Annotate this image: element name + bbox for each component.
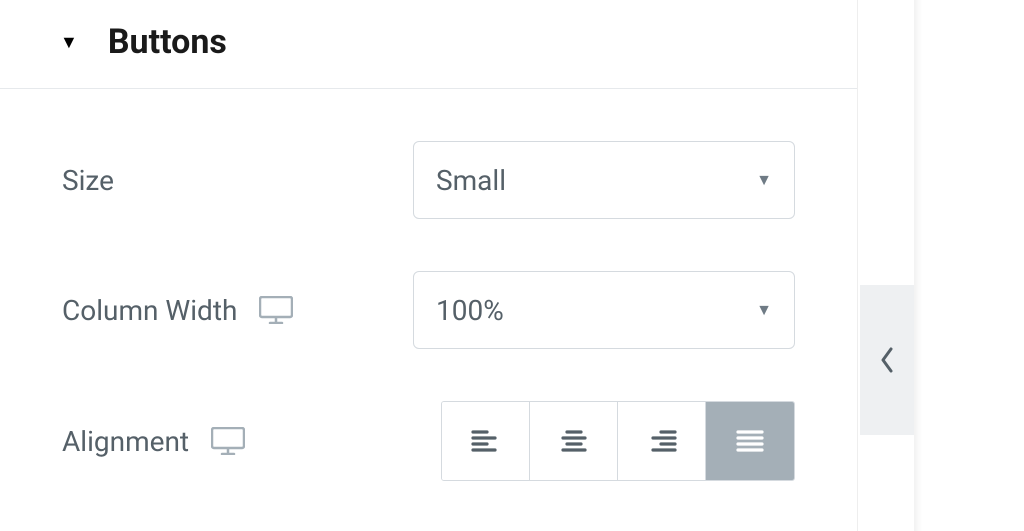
select-size-value: Small (436, 164, 506, 197)
align-right-button[interactable] (618, 402, 706, 480)
desktop-icon[interactable] (259, 296, 293, 324)
select-column-width[interactable]: 100% ▼ (413, 271, 795, 349)
row-alignment: Alignment (0, 401, 857, 481)
align-justify-button[interactable] (706, 402, 794, 480)
desktop-icon[interactable] (211, 427, 245, 455)
chevron-left-icon (878, 345, 896, 375)
select-size[interactable]: Small ▼ (413, 141, 795, 219)
section-title: Buttons (108, 22, 227, 62)
label-size: Size (62, 164, 402, 197)
align-center-button[interactable] (530, 402, 618, 480)
row-size: Size Small ▼ (0, 141, 857, 219)
chevron-down-icon: ▼ (756, 170, 772, 190)
select-column-width-value: 100% (436, 294, 504, 327)
chevron-down-icon: ▼ (756, 300, 772, 320)
alignment-group (441, 401, 795, 481)
row-column-width: Column Width 100% ▼ (0, 271, 857, 349)
label-column-width: Column Width (62, 294, 237, 327)
label-alignment: Alignment (62, 425, 189, 458)
collapse-panel-button[interactable] (860, 285, 914, 435)
panel-shadow (914, 0, 922, 531)
settings-panel: ▼ Buttons Size Small ▼ Column Width 1 (0, 0, 858, 531)
caret-down-icon: ▼ (60, 32, 78, 53)
section-header-buttons[interactable]: ▼ Buttons (0, 0, 857, 89)
align-left-button[interactable] (442, 402, 530, 480)
